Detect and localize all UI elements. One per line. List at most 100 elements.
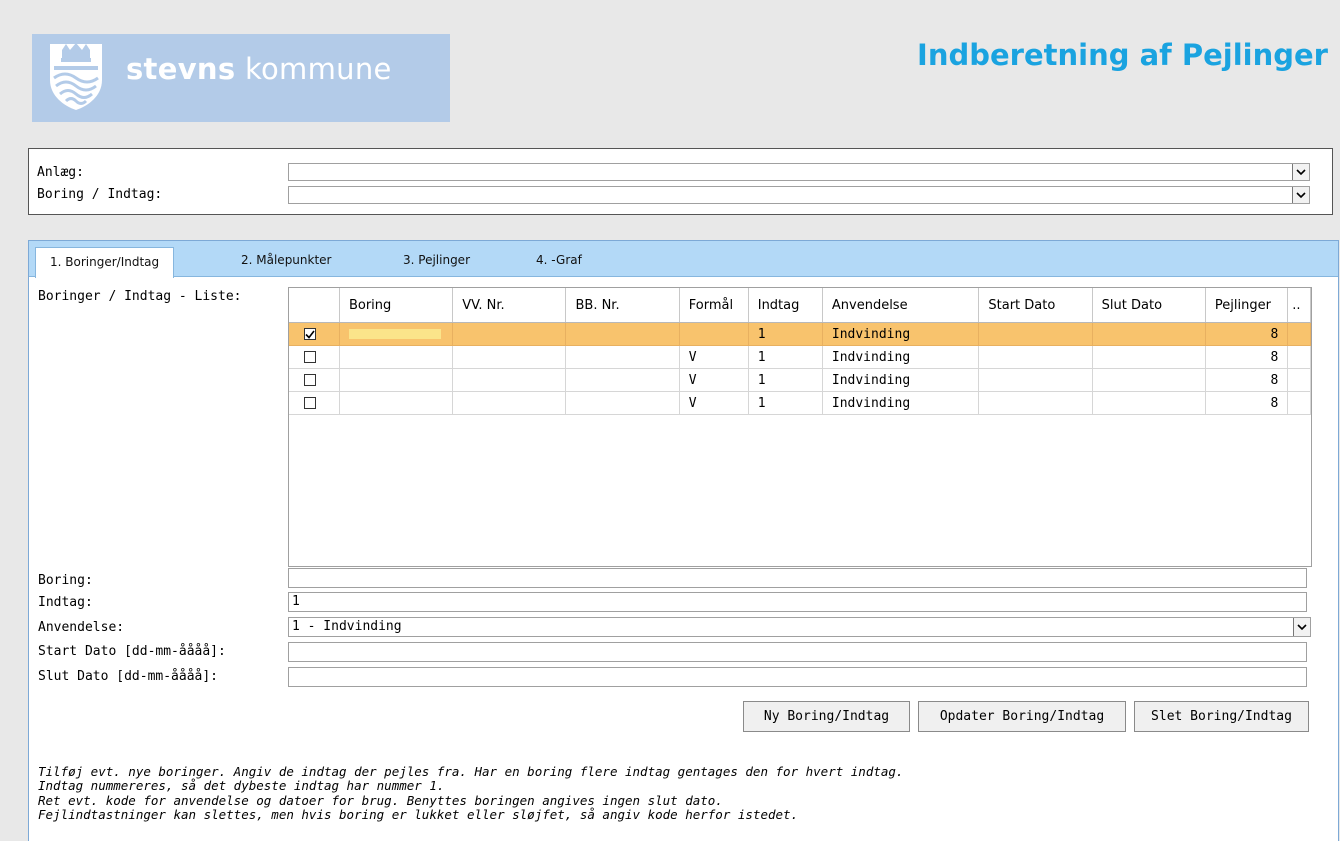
boring-indtag-label: Boring / Indtag: <box>37 187 163 202</box>
checkmark-icon <box>305 330 315 339</box>
col-header-boring[interactable]: Boring <box>339 288 454 323</box>
row-checkbox[interactable] <box>304 397 316 409</box>
help-line: Fejlindtastninger kan slettes, men hvis … <box>38 806 799 822</box>
col-header-vv-nr[interactable]: VV. Nr. <box>452 288 567 323</box>
cell-bb-nr <box>565 368 680 392</box>
cell-indtag: 1 <box>748 345 823 369</box>
tab-maalepunkter[interactable]: 2. Målepunkter <box>241 253 332 267</box>
anvendelse-field-label: Anvendelse: <box>38 620 125 635</box>
cell-vv-nr <box>452 322 567 346</box>
indtag-input[interactable]: 1 <box>288 592 1307 612</box>
help-line: Indtag nummereres, så det dybeste indtag… <box>38 778 445 794</box>
start-dato-input[interactable] <box>288 642 1307 662</box>
chevron-down-icon <box>1296 191 1306 198</box>
start-dato-field-label: Start Dato [dd-mm-åååå]: <box>38 644 226 659</box>
crest-icon <box>50 43 102 110</box>
cell-slut-dato <box>1092 345 1206 369</box>
cell-start-dato <box>978 322 1093 346</box>
table-row[interactable]: 1 Indvinding 8 <box>289 322 1311 346</box>
slut-dato-input[interactable] <box>288 667 1307 687</box>
col-header-check[interactable] <box>289 288 340 323</box>
cell-pejlinger: 8 <box>1205 368 1289 392</box>
cell-slut-dato <box>1092 322 1206 346</box>
table-row[interactable]: V 1 Indvinding 8 <box>289 345 1311 369</box>
cell-start-dato <box>978 345 1093 369</box>
help-text: Tilføj evt. nye boringer. Angiv de indta… <box>38 764 904 822</box>
cell-pejlinger: 8 <box>1205 322 1289 346</box>
table-header-row: Boring VV. Nr. BB. Nr. Formål Indtag Anv… <box>289 288 1311 323</box>
tab-graf[interactable]: 4. -Graf <box>536 253 582 267</box>
help-line: Tilføj evt. nye boringer. Angiv de indta… <box>38 764 904 779</box>
cell-vv-nr <box>452 391 567 415</box>
delete-boring-button[interactable]: Slet Boring/Indtag <box>1134 701 1309 732</box>
tab-boringer-indtag[interactable]: 1. Boringer/Indtag <box>35 247 175 278</box>
col-header-slut-dato[interactable]: Slut Dato <box>1092 288 1206 323</box>
cell-anvendelse: Indvinding <box>822 391 980 415</box>
cell-formaal: V <box>679 345 749 369</box>
cell-vv-nr <box>452 368 567 392</box>
col-header-more[interactable]: .. <box>1287 288 1311 323</box>
cell-indtag: 1 <box>748 368 823 392</box>
logo-text: stevns kommune <box>126 52 392 86</box>
table-row[interactable]: V 1 Indvinding 8 <box>289 391 1311 415</box>
col-header-pejlinger[interactable]: Pejlinger <box>1205 288 1289 323</box>
col-header-start-dato[interactable]: Start Dato <box>978 288 1093 323</box>
boring-field-label: Boring: <box>38 573 93 588</box>
cell-more <box>1287 322 1311 346</box>
update-boring-button[interactable]: Opdater Boring/Indtag <box>918 701 1126 732</box>
cell-anvendelse: Indvinding <box>822 322 980 346</box>
page-title: Indberetning af Pejlinger <box>917 38 1328 72</box>
new-boring-button[interactable]: Ny Boring/Indtag <box>743 701 910 732</box>
main-panel: 1. Boringer/Indtag 2. Målepunkter 3. Pej… <box>28 240 1339 841</box>
cell-vv-nr <box>452 345 567 369</box>
cell-boring <box>339 368 454 392</box>
cell-more <box>1287 391 1311 415</box>
cell-boring <box>339 345 454 369</box>
cell-slut-dato <box>1092 368 1206 392</box>
anlaeg-dropdown-button[interactable] <box>1292 164 1309 180</box>
anvendelse-select[interactable]: 1 - Indvinding <box>288 617 1311 637</box>
cell-start-dato <box>978 391 1093 415</box>
list-label: Boringer / Indtag - Liste: <box>38 289 242 304</box>
row-checkbox[interactable] <box>304 374 316 386</box>
logo-text-rest: kommune <box>244 52 392 86</box>
row-check-cell[interactable] <box>289 345 340 369</box>
boring-indtag-dropdown-button[interactable] <box>1292 187 1309 203</box>
cell-formaal: V <box>679 391 749 415</box>
cell-anvendelse: Indvinding <box>822 345 980 369</box>
row-check-cell[interactable] <box>289 391 340 415</box>
cell-more <box>1287 345 1311 369</box>
anlaeg-select[interactable] <box>288 163 1310 181</box>
table-row[interactable]: V 1 Indvinding 8 <box>289 368 1311 392</box>
cell-bb-nr <box>565 322 680 346</box>
col-header-formaal[interactable]: Formål <box>679 288 749 323</box>
row-checkbox[interactable] <box>304 351 316 363</box>
row-check-cell[interactable] <box>289 322 340 346</box>
tab-bar: 1. Boringer/Indtag 2. Målepunkter 3. Pej… <box>29 241 1338 278</box>
row-checkbox[interactable] <box>304 328 316 340</box>
municipality-logo: stevns kommune <box>32 34 450 122</box>
chevron-down-icon <box>1296 168 1306 175</box>
indtag-field-label: Indtag: <box>38 595 93 610</box>
boring-input[interactable] <box>288 568 1307 588</box>
boringer-grid: Boring VV. Nr. BB. Nr. Formål Indtag Anv… <box>288 287 1312 567</box>
slut-dato-field-label: Slut Dato [dd-mm-åååå]: <box>38 669 219 684</box>
col-header-bb-nr[interactable]: BB. Nr. <box>565 288 680 323</box>
tab-pejlinger[interactable]: 3. Pejlinger <box>403 253 470 267</box>
cell-start-dato <box>978 368 1093 392</box>
boringer-table: Boring VV. Nr. BB. Nr. Formål Indtag Anv… <box>289 288 1311 415</box>
boring-indtag-select[interactable] <box>288 186 1310 204</box>
row-check-cell[interactable] <box>289 368 340 392</box>
selector-panel: Anlæg: Boring / Indtag: <box>28 148 1333 215</box>
cell-pejlinger: 8 <box>1205 391 1289 415</box>
cell-boring <box>339 322 454 346</box>
cell-formaal: V <box>679 368 749 392</box>
anvendelse-dropdown-button[interactable] <box>1293 618 1310 636</box>
anvendelse-value: 1 - Indvinding <box>292 619 402 634</box>
col-header-indtag[interactable]: Indtag <box>748 288 823 323</box>
boring-highlight <box>348 329 441 339</box>
cell-indtag: 1 <box>748 322 823 346</box>
help-line: Ret evt. kode for anvendelse og datoer f… <box>38 792 723 808</box>
col-header-anvendelse[interactable]: Anvendelse <box>822 288 980 323</box>
cell-boring <box>339 391 454 415</box>
